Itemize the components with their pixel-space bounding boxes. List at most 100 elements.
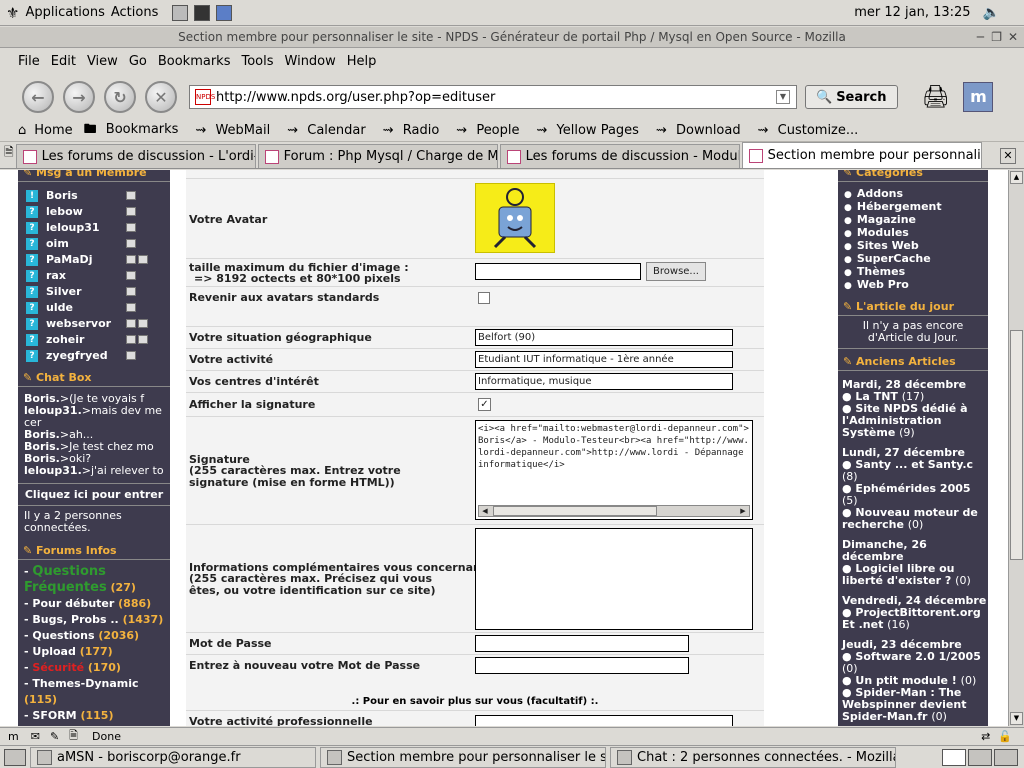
show-desktop-icon[interactable] <box>4 748 26 766</box>
stop-button[interactable]: ✕ <box>145 81 177 113</box>
article-item[interactable]: ● Site NPDS dédié à l'Administration Sys… <box>838 403 988 439</box>
forum-name[interactable]: SFORM <box>32 709 76 722</box>
send-message-icon[interactable] <box>126 223 136 232</box>
bookmark-calendar[interactable]: ⇝ Calendar <box>287 123 372 138</box>
member-row[interactable]: ? leloup31 <box>18 220 170 235</box>
close-icon[interactable]: ✕ <box>1008 27 1018 48</box>
member-name[interactable]: Boris <box>46 189 124 202</box>
send-message-icon[interactable] <box>126 287 136 296</box>
forum-name[interactable]: Sécurité <box>32 661 84 674</box>
forum-name[interactable]: Pour débuter <box>32 597 114 610</box>
send-message-icon[interactable] <box>126 303 136 312</box>
password-input[interactable] <box>475 635 689 652</box>
url-dropdown-icon[interactable]: ▼ <box>776 90 790 104</box>
forum-item[interactable]: - Questions Fréquentes (27) <box>18 564 170 596</box>
task-mozilla-chat[interactable]: Chat : 2 personnes connectées. - Mozilla <box>610 746 896 768</box>
forum-item[interactable]: - Upload (177) <box>18 644 170 660</box>
forum-name[interactable]: Questions <box>32 629 94 642</box>
menu-tools[interactable]: Tools <box>241 54 273 69</box>
interests-input[interactable]: Informatique, musique <box>475 373 733 390</box>
vscroll-thumb[interactable] <box>1010 330 1023 560</box>
url-bar[interactable]: NPDS http://www.npds.org/user.php?op=edi… <box>189 85 797 109</box>
addressbook-icon[interactable]: 🗎 <box>69 727 78 746</box>
article-item[interactable]: ● Santy ... et Santy.c (8) <box>838 459 988 483</box>
member-row[interactable]: ? ulde <box>18 300 170 315</box>
send-message-icon[interactable] <box>126 319 136 328</box>
url-text[interactable]: http://www.npds.org/user.php?op=edituser <box>216 90 495 105</box>
forum-name[interactable]: Bugs, Probs .. <box>32 613 118 626</box>
workspace-switcher[interactable] <box>942 748 1018 766</box>
article-item[interactable]: ● Software 2.0 1/2005 (0) <box>838 651 988 675</box>
member-name[interactable]: zyegfryed <box>46 349 124 362</box>
member-name[interactable]: webservor <box>46 317 124 330</box>
forum-item[interactable]: - Themes-Dynamic (115) <box>18 676 170 708</box>
member-row[interactable]: ! Boris <box>18 188 170 203</box>
member-row[interactable]: ? lebow <box>18 204 170 219</box>
security-lock-icon[interactable]: 🔓 <box>998 730 1012 743</box>
forum-item[interactable]: - SFORM (115) <box>18 708 170 724</box>
member-name[interactable]: Silver <box>46 285 124 298</box>
actions-menu[interactable]: Actions <box>111 5 159 20</box>
bookmark-home[interactable]: Home <box>34 123 72 138</box>
send-message-icon[interactable] <box>126 239 136 248</box>
clock[interactable]: mer 12 jan, 13:25 <box>854 5 970 20</box>
article-item[interactable]: ● ProjectBittorent.org Et .net (16) <box>838 607 988 631</box>
category-item[interactable]: Web Pro <box>838 279 988 292</box>
bookmark-radio[interactable]: ⇝ Radio <box>383 123 446 138</box>
info-textarea[interactable] <box>475 528 753 630</box>
print-icon[interactable]: 🖨 <box>922 85 950 110</box>
tab-forums-ordi[interactable]: Les forums de discussion - L'ordi-... <box>15 144 256 168</box>
applications-menu[interactable]: Applications <box>25 5 104 20</box>
article-item[interactable]: ● Logiciel libre ou liberté d'exister ? … <box>838 563 988 587</box>
password-confirm-input[interactable] <box>475 657 689 674</box>
menu-file[interactable]: File <box>18 54 40 69</box>
geo-input[interactable]: Belfort (90) <box>475 329 733 346</box>
member-name[interactable]: rax <box>46 269 124 282</box>
show-signature-checkbox[interactable]: ✓ <box>478 398 491 411</box>
scroll-down-arrow[interactable]: ▼ <box>1010 712 1023 725</box>
profession-input[interactable] <box>475 715 733 726</box>
signature-hscrollbar[interactable]: ◀ ▶ <box>478 505 750 517</box>
revert-avatar-checkbox[interactable] <box>478 292 490 304</box>
send-message-icon[interactable] <box>126 207 136 216</box>
scroll-up-arrow[interactable]: ▲ <box>1010 171 1023 184</box>
member-name[interactable]: ulde <box>46 301 124 314</box>
forum-item[interactable]: - Sécurité (170) <box>18 660 170 676</box>
menu-bookmarks[interactable]: Bookmarks <box>158 54 231 69</box>
member-name[interactable]: zoheir <box>46 333 124 346</box>
back-button[interactable]: ← <box>22 81 54 113</box>
hscroll-thumb[interactable] <box>493 506 657 516</box>
send-message-icon[interactable] <box>126 271 136 280</box>
menu-edit[interactable]: Edit <box>51 54 76 69</box>
forum-item[interactable]: - Questions (2036) <box>18 628 170 644</box>
reload-button[interactable]: ↻ <box>104 81 136 113</box>
notes-launcher-icon[interactable] <box>172 4 189 21</box>
scroll-left-arrow[interactable]: ◀ <box>479 506 491 516</box>
forum-name[interactable]: Questions Fréquentes <box>24 564 107 595</box>
bookmark-yellow-pages[interactable]: ⇝ Yellow Pages <box>537 123 645 138</box>
signature-textarea[interactable]: <i><a href="mailto:webmaster@lordi-depan… <box>475 420 753 520</box>
forum-name[interactable]: Upload <box>32 645 75 658</box>
member-name[interactable]: leloup31 <box>46 221 124 234</box>
home-icon[interactable]: ⌂ <box>18 123 26 138</box>
member-name[interactable]: PaMaDj <box>46 253 124 266</box>
search-button[interactable]: 🔍 Search <box>805 85 898 109</box>
window-titlebar[interactable]: Section membre pour personnaliser le sit… <box>0 27 1024 48</box>
volume-icon[interactable]: 🔈 <box>983 5 1000 21</box>
menu-window[interactable]: Window <box>285 54 336 69</box>
send-message-icon[interactable] <box>126 255 136 264</box>
bookmark-people[interactable]: ⇝ People <box>456 123 525 138</box>
member-row[interactable]: ? webservor <box>18 316 170 331</box>
activity-input[interactable]: Etudiant IUT informatique - 1ère année <box>475 351 733 368</box>
mail-icon[interactable]: ✉ <box>31 730 40 743</box>
menu-help[interactable]: Help <box>347 54 377 69</box>
tab-section-membre[interactable]: Section membre pour personnalis... <box>741 142 982 168</box>
forward-button[interactable]: → <box>63 81 95 113</box>
mozilla-launcher-icon[interactable] <box>216 4 233 21</box>
task-mozilla-member[interactable]: Section membre pour personnaliser le sit… <box>320 746 606 768</box>
tab-forums-modul[interactable]: Les forums de discussion - Modul... <box>499 144 740 168</box>
member-row[interactable]: ? PaMaDj <box>18 252 170 267</box>
member-row[interactable]: ? zoheir <box>18 332 170 347</box>
terminal-launcher-icon[interactable] <box>194 4 211 21</box>
new-tab-icon[interactable]: 🗎 <box>4 143 14 164</box>
